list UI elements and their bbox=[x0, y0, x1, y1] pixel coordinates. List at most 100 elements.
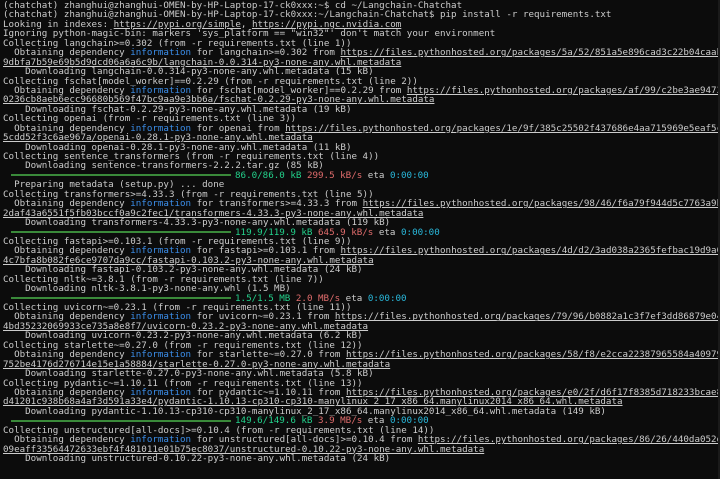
url-link[interactable]: https://files.pythonhosted.org/packages/… bbox=[346, 388, 718, 397]
url-link[interactable]: https://files.pythonhosted.org/packages/… bbox=[335, 312, 718, 321]
terminal-line: Preparing metadata (setup.py) ... done bbox=[3, 180, 718, 189]
terminal-line: 752be4176d276714e15e1a58884/starlette-0.… bbox=[3, 360, 718, 369]
terminal-line: Downloading unstructured-0.10.22-py3-non… bbox=[3, 454, 718, 463]
terminal-line: Collecting openai (from -r requirements.… bbox=[3, 114, 718, 123]
terminal-line: Collecting fastapi>=0.103.1 (from -r req… bbox=[3, 237, 718, 246]
terminal-text: Collecting nltk~=3.8.1 (from -r requirem… bbox=[3, 274, 324, 285]
url-link[interactable]: 4c7bfa8b082fe6ce9707da9cc/fastapi-0.103.… bbox=[3, 256, 374, 265]
terminal-text: , bbox=[240, 19, 252, 30]
terminal-text: Downloading fschat-0.2.29-py3-none-any.w… bbox=[3, 104, 352, 115]
eta-value: 0:00:00 bbox=[389, 170, 429, 181]
terminal-line: 0236cb8aeb6ecc96680b569f47bc9aa9e3bb6a/f… bbox=[3, 95, 718, 104]
terminal-text: Collecting fastapi>=0.103.1 (from -r req… bbox=[3, 236, 352, 247]
terminal-text: Obtaining dependency bbox=[3, 199, 131, 209]
terminal-text: Obtaining dependency bbox=[3, 387, 131, 398]
terminal-line: Downloading fschat-0.2.29-py3-none-any.w… bbox=[3, 105, 718, 114]
url-link[interactable]: 9dbfa7b59e69b5d9dcd06a6a6c9b/langchain-0… bbox=[3, 58, 401, 67]
progress-rate: 645.9 kB/s bbox=[318, 227, 374, 237]
terminal-line: Downloading transformers-4.33.3-py3-none… bbox=[3, 218, 718, 227]
terminal-text: Ignoring python-magic-bin: markers 'sys_… bbox=[3, 29, 496, 39]
eta-value: 0:00:00 bbox=[401, 227, 440, 237]
eta-label: eta bbox=[362, 170, 390, 181]
progress-bar bbox=[11, 174, 231, 177]
terminal-line: Obtaining dependency information for fas… bbox=[3, 246, 718, 255]
terminal-line: d41201c938b68a4af3d591a33e4/pydantic-1.1… bbox=[3, 397, 718, 406]
url-link[interactable]: 5cdd52f3c6ae967a/openai-0.28.1-py3-none-… bbox=[3, 133, 313, 142]
url-link[interactable]: 09eaff33564472633ebf4f481011e01b75ec8037… bbox=[3, 445, 484, 454]
terminal-line: Downloading uvicorn-0.23.2-py3-none-any.… bbox=[3, 331, 718, 340]
terminal-line: Obtaining dependency information for tra… bbox=[3, 199, 718, 208]
terminal-line: Ignoring python-magic-bin: markers 'sys_… bbox=[3, 29, 718, 38]
terminal-line: 5cdd52f3c6ae967a/openai-0.28.1-py3-none-… bbox=[3, 133, 718, 142]
information-keyword: information bbox=[130, 85, 192, 96]
url-link[interactable]: https://files.pythonhosted.org/packages/… bbox=[285, 124, 718, 133]
terminal-text: Obtaining dependency bbox=[3, 435, 131, 445]
terminal-text: Collecting sentence_transformers (from -… bbox=[3, 152, 380, 162]
terminal-line: Obtaining dependency information for pyd… bbox=[3, 388, 718, 397]
terminal-text: Downloading starlette-0.27.0-py3-none-an… bbox=[3, 369, 374, 379]
progress-rate: 2.0 MB/s bbox=[295, 293, 341, 303]
progress-bar bbox=[11, 231, 231, 233]
url-link[interactable]: https://files.pythonhosted.org/packages/… bbox=[340, 246, 718, 255]
information-keyword: information bbox=[130, 48, 192, 58]
terminal-line: Looking in indexes: https://pypi.org/sim… bbox=[3, 20, 718, 29]
eta-label: eta bbox=[362, 416, 390, 426]
url-link[interactable]: https://pypi.org/simple bbox=[114, 20, 241, 29]
url-link[interactable]: https://files.pythonhosted.org/packages/… bbox=[340, 48, 718, 57]
information-keyword: information bbox=[130, 123, 192, 134]
progress-amount: 149.6/149.6 kB bbox=[235, 416, 313, 426]
url-link[interactable]: 2daf43a6551f5fb03bccf0a9c2fec1/transform… bbox=[3, 209, 423, 218]
url-link[interactable]: 752be4176d276714e15e1a58884/starlette-0.… bbox=[3, 360, 390, 369]
terminal-text: for openai from bbox=[191, 123, 286, 134]
terminal-line: Collecting uvicorn~=0.23.1 (from -r requ… bbox=[3, 303, 718, 312]
terminal-text: for transformers>=4.33.3 from bbox=[191, 199, 363, 209]
information-keyword: information bbox=[130, 312, 192, 322]
terminal-text: Downloading openai-0.28.1-py3-none-any.w… bbox=[3, 142, 352, 152]
terminal-line: (chatchat) zhanghui@zhanghui-OMEN-by-HP-… bbox=[3, 10, 718, 19]
terminal-text: Collecting transformers>=4.33.3 (from -r… bbox=[3, 189, 374, 200]
information-keyword: information bbox=[130, 435, 192, 445]
terminal-text: Collecting pydantic~=1.10.11 (from -r re… bbox=[3, 378, 363, 388]
progress-rate: 3.9 MB/s bbox=[318, 416, 363, 426]
terminal-text: for fastapi>=0.103.1 from bbox=[191, 246, 341, 256]
terminal-text: for pydantic~=1.10.11 from bbox=[191, 387, 346, 398]
terminal-line: 09eaff33564472633ebf4f481011e01b75ec8037… bbox=[3, 445, 718, 454]
eta-value: 0:00:00 bbox=[389, 416, 429, 426]
terminal-window[interactable]: (chatchat) zhanghui@zhanghui-OMEN-by-HP-… bbox=[0, 0, 718, 479]
terminal-line: Downloading openai-0.28.1-py3-none-any.w… bbox=[3, 143, 718, 152]
progress-amount: 86.0/86.0 kB bbox=[235, 170, 302, 181]
terminal-text: Obtaining dependency bbox=[3, 123, 131, 134]
terminal-text: Obtaining dependency bbox=[3, 48, 131, 58]
terminal-text: for unstructured[all-docs]>=0.10.4 from bbox=[191, 435, 418, 445]
terminal-line: Obtaining dependency information for ope… bbox=[3, 124, 718, 133]
url-link[interactable]: https://files.pythonhosted.org/packages/… bbox=[363, 199, 718, 208]
terminal-line: 119.9/119.9 kB 645.9 kB/s eta 0:00:00 bbox=[3, 228, 718, 237]
progress-amount: 119.9/119.9 kB bbox=[235, 227, 313, 237]
terminal-text: Downloading langchain-0.0.314-py3-none-a… bbox=[3, 67, 374, 77]
terminal-text: Looking in indexes: bbox=[3, 19, 114, 30]
terminal-line: Collecting sentence_transformers (from -… bbox=[3, 152, 718, 161]
terminal-text: Obtaining dependency bbox=[3, 246, 131, 256]
terminal-text: Collecting uvicorn~=0.23.1 (from -r requ… bbox=[3, 303, 352, 313]
terminal-line: Downloading pydantic-1.10.13-cp310-cp310… bbox=[3, 407, 718, 416]
terminal-text: Obtaining dependency bbox=[3, 85, 131, 96]
terminal-text: Downloading transformers-4.33.3-py3-none… bbox=[3, 218, 391, 228]
terminal-line: Downloading fastapi-0.103.2-py3-none-any… bbox=[3, 265, 718, 274]
terminal-line: Collecting pydantic~=1.10.11 (from -r re… bbox=[3, 379, 718, 388]
url-link[interactable]: https://files.pythonhosted.org/packages/… bbox=[418, 435, 718, 444]
terminal-line: Collecting transformers>=4.33.3 (from -r… bbox=[3, 190, 718, 199]
terminal-line: 4c7bfa8b082fe6ce9707da9cc/fastapi-0.103.… bbox=[3, 256, 718, 265]
url-link[interactable]: 4bd35232069933ce735a8e8f7/uvicorn-0.23.2… bbox=[3, 322, 368, 331]
terminal-line: 1.5/1.5 MB 2.0 MB/s eta 0:00:00 bbox=[3, 294, 718, 303]
url-link[interactable]: d41201c938b68a4af3d591a33e4/pydantic-1.1… bbox=[3, 397, 623, 406]
url-link[interactable]: https://pypi.ngc.nvidia.com bbox=[252, 20, 401, 29]
terminal-text: Collecting starlette~=0.27.0 (from -r re… bbox=[3, 340, 363, 351]
url-link[interactable]: 0236cb8aeb6ecc96680b569f47bc9aa9e3bb6a/f… bbox=[3, 95, 434, 104]
url-link[interactable]: https://files.pythonhosted.org/packages/… bbox=[346, 350, 718, 359]
terminal-line: Collecting fschat[model_worker]==0.2.29 … bbox=[3, 77, 718, 86]
information-keyword: information bbox=[130, 199, 192, 209]
terminal-line: Downloading sentence-transformers-2.2.2.… bbox=[3, 161, 718, 170]
terminal-text: Obtaining dependency bbox=[3, 350, 131, 360]
terminal-line: Collecting nltk~=3.8.1 (from -r requirem… bbox=[3, 275, 718, 284]
url-link[interactable]: https://files.pythonhosted.org/packages/… bbox=[407, 86, 718, 95]
